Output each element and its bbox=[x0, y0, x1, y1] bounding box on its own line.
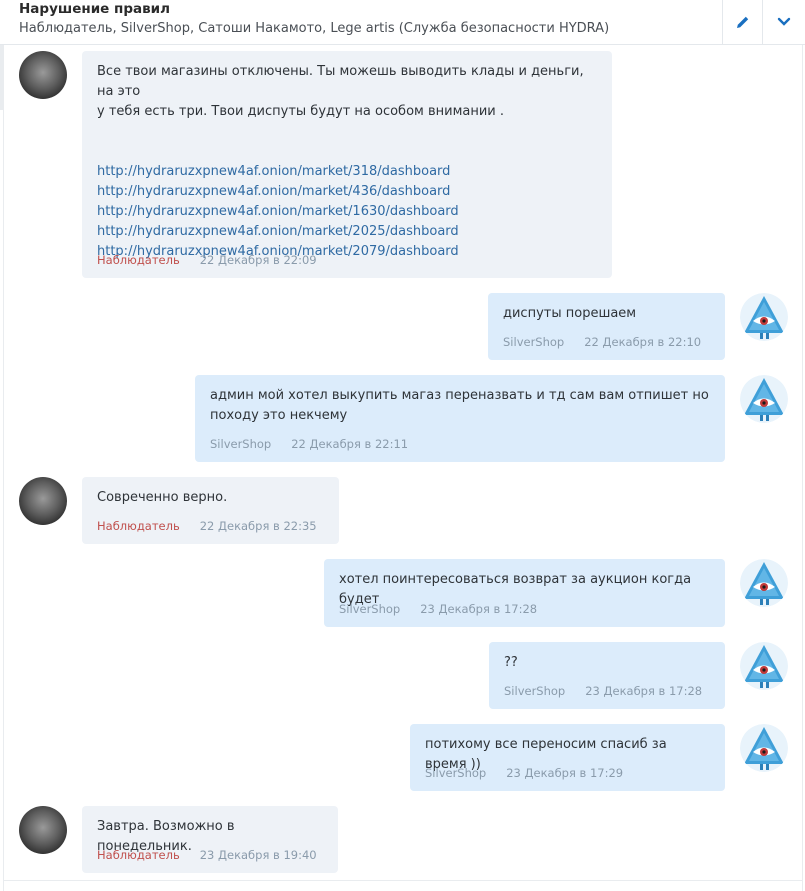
avatar[interactable] bbox=[740, 724, 788, 772]
avatar[interactable] bbox=[19, 806, 67, 854]
message-time: 22 Декабря в 22:09 bbox=[199, 253, 317, 267]
message-author[interactable]: Наблюдатель bbox=[97, 519, 180, 533]
message-bubble: хотел поинтересоваться возврат за аукцио… bbox=[324, 559, 725, 627]
pencil-icon bbox=[736, 16, 748, 28]
message-text: Все твои магазины отключены. Ты можешь в… bbox=[97, 64, 584, 99]
conversation-participants: Наблюдатель, SilverShop, Сатоши Накамото… bbox=[19, 21, 610, 36]
message-bubble: диспуты порешаем SilverShop 22 Декабря в … bbox=[488, 293, 725, 360]
message-time: 23 Декабря в 19:40 bbox=[199, 848, 317, 862]
dashboard-link[interactable]: http://hydraruzxpnew4af.onion/market/163… bbox=[97, 202, 597, 222]
message-bubble: ?? SilverShop 23 Декабря в 17:28 bbox=[489, 642, 725, 709]
avatar[interactable] bbox=[740, 375, 788, 423]
eye-pyramid-icon bbox=[740, 642, 788, 690]
message-author[interactable]: Наблюдатель bbox=[97, 253, 180, 267]
message-time: 22 Декабря в 22:11 bbox=[291, 437, 409, 451]
message-author[interactable]: SilverShop bbox=[504, 684, 565, 698]
eye-pyramid-icon bbox=[740, 375, 788, 423]
message-bubble: Совреченно верно. Наблюдатель 22 Декабря … bbox=[82, 477, 339, 544]
dashboard-link[interactable]: http://hydraruzxpnew4af.onion/market/202… bbox=[97, 222, 597, 242]
message-meta: Наблюдатель 22 Декабря в 22:35 bbox=[97, 519, 317, 533]
message-bubble: Завтра. Возможно в понедельник. Наблюдат… bbox=[82, 806, 338, 873]
message-text: ?? bbox=[504, 655, 518, 670]
message-meta: SilverShop 22 Декабря в 22:11 bbox=[210, 437, 408, 451]
message-author[interactable]: SilverShop bbox=[503, 335, 564, 349]
message-text: походу это некчему bbox=[210, 408, 348, 423]
message-time: 23 Декабря в 17:28 bbox=[420, 602, 538, 616]
chevron-down-icon bbox=[777, 17, 791, 26]
message-time: 23 Декабря в 17:28 bbox=[585, 684, 703, 698]
conversation-title: Нарушение правил bbox=[19, 1, 170, 17]
eye-pyramid-icon bbox=[740, 724, 788, 772]
message-meta: SilverShop 22 Декабря в 22:10 bbox=[503, 335, 701, 349]
message-text: диспуты порешаем bbox=[503, 306, 637, 321]
message-time: 22 Декабря в 22:35 bbox=[199, 519, 317, 533]
eye-pyramid-icon bbox=[740, 293, 788, 341]
message-meta: SilverShop 23 Декабря в 17:29 bbox=[425, 766, 623, 780]
message-text: у тебя есть три. Твои диспуты будут на о… bbox=[97, 104, 505, 119]
message-author[interactable]: SilverShop bbox=[425, 766, 486, 780]
eye-pyramid-icon bbox=[740, 559, 788, 607]
avatar[interactable] bbox=[740, 642, 788, 690]
message-bubble: потихому все переносим спасиб за время )… bbox=[410, 724, 725, 791]
message-meta: SilverShop 23 Декабря в 17:28 bbox=[339, 602, 537, 616]
message-meta: SilverShop 23 Декабря в 17:28 bbox=[504, 684, 702, 698]
avatar[interactable] bbox=[740, 559, 788, 607]
message-bubble: Все твои магазины отключены. Ты можешь в… bbox=[82, 51, 612, 278]
edit-button[interactable] bbox=[722, 0, 762, 44]
dashboard-link[interactable]: http://hydraruzxpnew4af.onion/market/436… bbox=[97, 182, 597, 202]
message-time: 22 Декабря в 22:10 bbox=[584, 335, 702, 349]
avatar[interactable] bbox=[19, 477, 67, 525]
message-time: 23 Декабря в 17:29 bbox=[506, 766, 624, 780]
message-meta: Наблюдатель 23 Декабря в 19:40 bbox=[97, 848, 317, 862]
message-meta: Наблюдатель 22 Декабря в 22:09 bbox=[97, 253, 317, 267]
message-author[interactable]: SilverShop bbox=[210, 437, 271, 451]
message-text: Совреченно верно. bbox=[97, 490, 228, 505]
message-author[interactable]: Наблюдатель bbox=[97, 848, 180, 862]
avatar[interactable] bbox=[19, 51, 67, 99]
chat-footer-divider bbox=[3, 880, 803, 881]
dashboard-link[interactable]: http://hydraruzxpnew4af.onion/market/318… bbox=[97, 162, 597, 182]
message-text: админ мой хотел выкупить магаз переназва… bbox=[210, 388, 709, 403]
message-author[interactable]: SilverShop bbox=[339, 602, 400, 616]
message-bubble: админ мой хотел выкупить магаз переназва… bbox=[195, 375, 725, 462]
toggle-button[interactable] bbox=[762, 0, 805, 44]
conversation-header: Нарушение правил Наблюдатель, SilverShop… bbox=[0, 0, 805, 45]
avatar[interactable] bbox=[740, 293, 788, 341]
